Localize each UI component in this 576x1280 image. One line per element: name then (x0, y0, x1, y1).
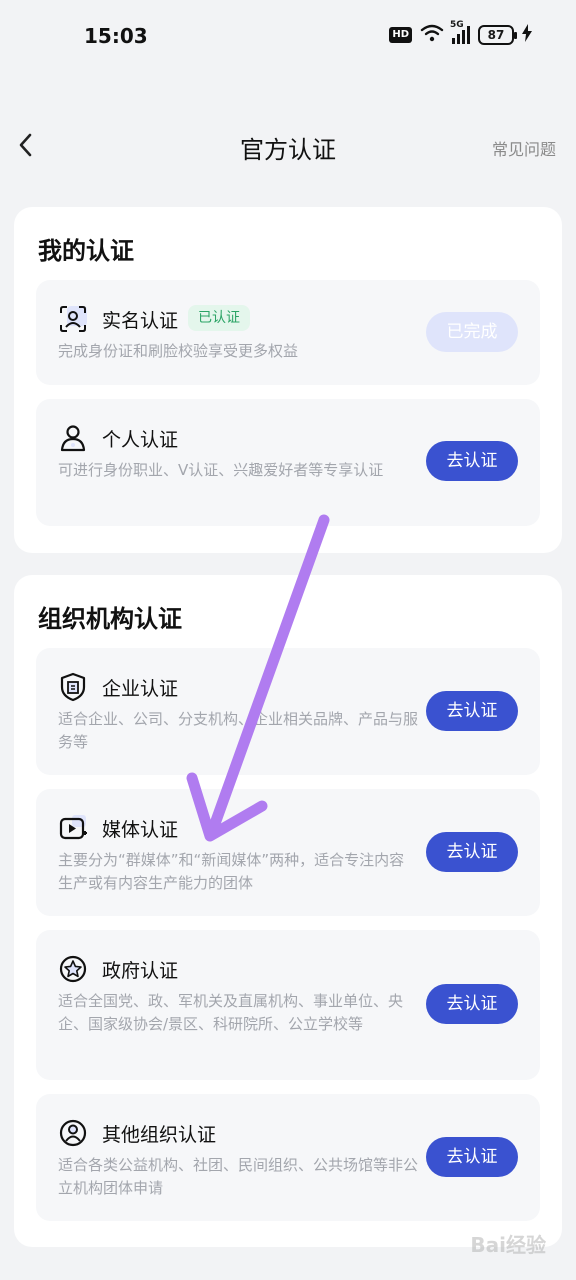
go-certify-button[interactable]: 去认证 (426, 832, 518, 872)
status-bar: 15:03 HD 5G 87 (0, 0, 576, 72)
item-description: 可进行身份职业、V认证、兴趣爱好者等专享认证 (58, 461, 384, 479)
organization-certification-section: 组织机构认证 企业认证 适合企业、公司、分支机构、企业相关品牌、产品与服务等 去… (14, 575, 562, 1247)
enterprise-certification-card[interactable]: 企业认证 适合企业、公司、分支机构、企业相关品牌、产品与服务等 去认证 (36, 648, 540, 775)
government-star-icon (58, 954, 88, 984)
go-certify-button[interactable]: 去认证 (426, 984, 518, 1024)
section-title: 组织机构认证 (38, 605, 182, 633)
item-title: 其他组织认证 (102, 1124, 217, 1146)
face-scan-icon (58, 304, 88, 334)
hd-badge: HD (389, 27, 412, 43)
signal-icon: 5G (450, 20, 470, 44)
person-icon (58, 423, 88, 453)
media-play-icon (58, 813, 88, 843)
verified-badge: 已认证 (188, 305, 250, 331)
completed-button[interactable]: 已完成 (426, 312, 518, 352)
status-icons: HD 5G 87 (389, 20, 532, 46)
real-name-certification-card[interactable]: 实名认证 已认证 完成身份证和刷脸校验享受更多权益 已完成 (36, 280, 540, 385)
media-certification-card[interactable]: 媒体认证 主要分为“群媒体”和“新闻媒体”两种，适合专注内容生产或有内容生产能力… (36, 789, 540, 916)
go-certify-button[interactable]: 去认证 (426, 691, 518, 731)
my-certification-section: 我的认证 实名认证 已认证 完成身份证和刷脸校验享受更多权益 已完成 个人认证 … (14, 207, 562, 553)
nav-bar: 官方认证 常见问题 (0, 118, 576, 178)
go-certify-button[interactable]: 去认证 (426, 1137, 518, 1177)
item-title: 政府认证 (102, 960, 179, 982)
status-time: 15:03 (84, 24, 148, 48)
battery-indicator: 87 (478, 25, 517, 45)
item-title: 实名认证 (102, 310, 179, 332)
item-title: 企业认证 (102, 678, 179, 700)
organization-person-icon (58, 1118, 88, 1148)
go-certify-button[interactable]: 去认证 (426, 441, 518, 481)
network-label: 5G (450, 20, 464, 30)
item-title: 个人认证 (102, 429, 179, 451)
wifi-icon (420, 24, 444, 46)
government-certification-card[interactable]: 政府认证 适合全国党、政、军机关及直属机构、事业单位、央企、国家级协会/景区、科… (36, 930, 540, 1080)
item-description: 适合企业、公司、分支机构、企业相关品牌、产品与服务等 (58, 710, 419, 751)
charging-icon (522, 24, 532, 46)
item-description: 完成身份证和刷脸校验享受更多权益 (58, 342, 299, 360)
item-description: 适合全国党、政、军机关及直属机构、事业单位、央企、国家级协会/景区、科研院所、公… (58, 992, 404, 1033)
watermark: Bai经验 (470, 1233, 546, 1257)
item-title: 媒体认证 (102, 819, 179, 841)
section-title: 我的认证 (38, 237, 134, 265)
item-description: 主要分为“群媒体”和“新闻媒体”两种，适合专注内容生产或有内容生产能力的团体 (58, 851, 405, 892)
faq-link[interactable]: 常见问题 (492, 136, 556, 160)
item-description: 适合各类公益机构、社团、民间组织、公共场馆等非公立机构团体申请 (58, 1156, 419, 1197)
enterprise-shield-icon (58, 672, 88, 702)
other-organization-certification-card[interactable]: 其他组织认证 适合各类公益机构、社团、民间组织、公共场馆等非公立机构团体申请 去… (36, 1094, 540, 1221)
personal-certification-card[interactable]: 个人认证 可进行身份职业、V认证、兴趣爱好者等专享认证 去认证 (36, 399, 540, 526)
page-title: 官方认证 (240, 136, 336, 164)
